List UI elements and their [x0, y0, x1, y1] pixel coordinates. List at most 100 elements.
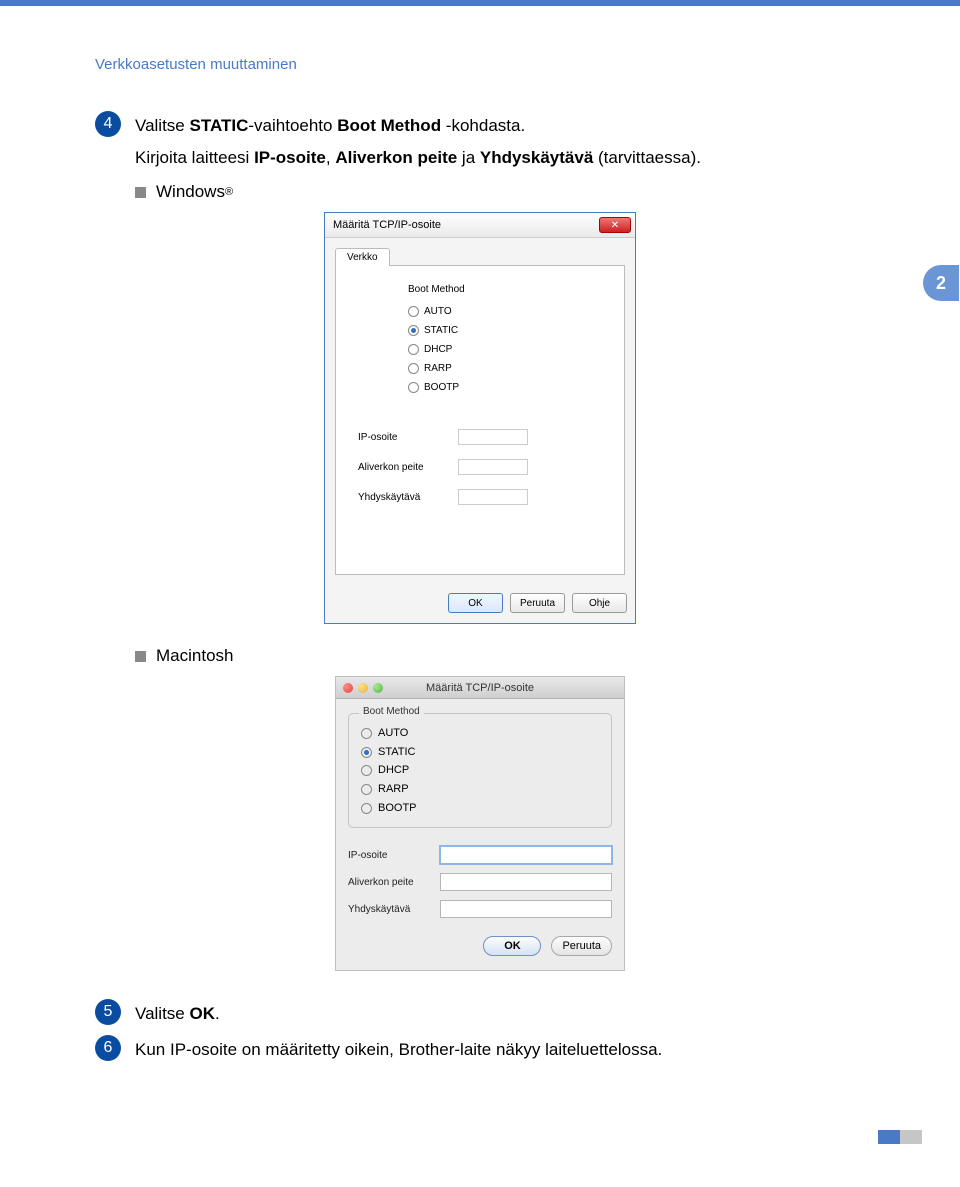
field-subnet: Aliverkon peite: [358, 459, 614, 475]
t: Kirjoita laitteesi: [135, 148, 254, 167]
gateway-input[interactable]: [440, 900, 612, 918]
tab-verkko[interactable]: Verkko: [335, 248, 390, 266]
radio-bootp[interactable]: BOOTP: [408, 378, 614, 397]
radio-bootp[interactable]: BOOTP: [361, 799, 599, 818]
radio-auto[interactable]: AUTO: [361, 724, 599, 743]
step-4-text: Valitse STATIC-vaihtoehto Boot Method -k…: [135, 111, 525, 139]
step-5: 5 Valitse OK.: [95, 999, 865, 1027]
radio-static[interactable]: STATIC: [408, 321, 614, 340]
subnet-label: Aliverkon peite: [358, 462, 458, 473]
radio-label: DHCP: [424, 340, 452, 359]
square-bullet-icon: [135, 187, 146, 198]
windows-dialog-title: Määritä TCP/IP-osoite: [333, 219, 441, 231]
t: Boot Method: [337, 116, 441, 135]
radio-dhcp[interactable]: DHCP: [361, 761, 599, 780]
t: Valitse: [135, 1004, 190, 1023]
radio-icon: [361, 765, 372, 776]
radio-icon: [408, 363, 419, 374]
t: OK: [190, 1004, 216, 1023]
radio-icon: [361, 728, 372, 739]
t: ja: [457, 148, 480, 167]
t: Aliverkon peite: [335, 148, 457, 167]
page-content: Verkkoasetusten muuttaminen 4 Valitse ST…: [0, 6, 960, 1098]
close-icon[interactable]: ✕: [599, 217, 631, 233]
square-bullet-icon: [135, 651, 146, 662]
ok-button[interactable]: OK: [448, 593, 503, 613]
t: STATIC: [190, 116, 249, 135]
radio-dhcp[interactable]: DHCP: [408, 340, 614, 359]
radio-icon: [408, 325, 419, 336]
radio-label: RARP: [424, 359, 452, 378]
field-gateway: Yhdyskäytävä: [358, 489, 614, 505]
step-badge-5: 5: [95, 999, 121, 1025]
windows-dialog-body: Verkko Boot Method AUTO STATIC DHCP RARP…: [325, 238, 635, 583]
radio-icon: [408, 382, 419, 393]
ok-button[interactable]: OK: [483, 936, 541, 956]
step-5-text: Valitse OK.: [135, 999, 220, 1027]
mac-dialog: Määritä TCP/IP-osoite Boot Method AUTO S…: [335, 676, 625, 971]
windows-dialog: Määritä TCP/IP-osoite ✕ Verkko Boot Meth…: [324, 212, 636, 624]
breadcrumb: Verkkoasetusten muuttaminen: [95, 56, 865, 73]
radio-icon: [361, 803, 372, 814]
t: Yhdyskäytävä: [480, 148, 593, 167]
t: IP-osoite: [254, 148, 326, 167]
radio-label: BOOTP: [378, 799, 417, 818]
gateway-label: Yhdyskäytävä: [358, 492, 458, 503]
cancel-button[interactable]: Peruuta: [510, 593, 565, 613]
ip-label: IP-osoite: [358, 432, 458, 443]
radio-rarp[interactable]: RARP: [361, 780, 599, 799]
step-badge-4: 4: [95, 111, 121, 137]
radio-label: AUTO: [424, 302, 452, 321]
gateway-input[interactable]: [458, 489, 528, 505]
step-6-text: Kun IP-osoite on määritetty oikein, Brot…: [135, 1035, 662, 1063]
t: (tarvittaessa).: [593, 148, 701, 167]
minimize-icon[interactable]: [358, 683, 368, 693]
windows-panel: Boot Method AUTO STATIC DHCP RARP BOOTP …: [335, 265, 625, 575]
boot-method-label: Boot Method: [408, 280, 614, 299]
radio-label: STATIC: [378, 743, 415, 762]
registered-mark: ®: [225, 186, 233, 198]
t: -vaihtoehto: [248, 116, 337, 135]
mac-fields: IP-osoite Aliverkon peite Yhdyskäytävä: [348, 846, 612, 918]
radio-label: RARP: [378, 780, 409, 799]
zoom-icon[interactable]: [373, 683, 383, 693]
step-badge-6: 6: [95, 1035, 121, 1061]
mac-boot-method-group: Boot Method AUTO STATIC DHCP RARP BOOTP: [348, 713, 612, 828]
radio-icon: [408, 344, 419, 355]
radio-icon: [361, 784, 372, 795]
cancel-button[interactable]: Peruuta: [551, 936, 612, 956]
radio-rarp[interactable]: RARP: [408, 359, 614, 378]
radio-static[interactable]: STATIC: [361, 743, 599, 762]
windows-fields: IP-osoite Aliverkon peite Yhdyskäytävä: [358, 429, 614, 505]
subnet-label: Aliverkon peite: [348, 877, 440, 888]
radio-icon: [361, 747, 372, 758]
field-subnet: Aliverkon peite: [348, 873, 612, 891]
t: .: [215, 1004, 220, 1023]
t: -kohdasta.: [441, 116, 525, 135]
step-4: 4 Valitse STATIC-vaihtoehto Boot Method …: [95, 111, 865, 139]
bullet-windows-label: Windows: [156, 182, 225, 202]
ip-input[interactable]: [458, 429, 528, 445]
windows-titlebar: Määritä TCP/IP-osoite ✕: [325, 213, 635, 238]
help-button[interactable]: Ohje: [572, 593, 627, 613]
gateway-label: Yhdyskäytävä: [348, 904, 440, 915]
subnet-input[interactable]: [458, 459, 528, 475]
radio-label: STATIC: [424, 321, 458, 340]
page-number: 6: [927, 1130, 934, 1145]
close-icon[interactable]: [343, 683, 353, 693]
radio-icon: [408, 306, 419, 317]
bullet-macintosh: Macintosh: [135, 646, 865, 666]
step-4-line2: Kirjoita laitteesi IP-osoite, Aliverkon …: [135, 145, 865, 171]
radio-label: DHCP: [378, 761, 409, 780]
subnet-input[interactable]: [440, 873, 612, 891]
radio-auto[interactable]: AUTO: [408, 302, 614, 321]
t: ,: [326, 148, 335, 167]
radio-label: AUTO: [378, 724, 408, 743]
radio-label: BOOTP: [424, 378, 459, 397]
ip-input[interactable]: [440, 846, 612, 864]
boot-method-group: Boot Method AUTO STATIC DHCP RARP BOOTP: [408, 280, 614, 397]
bullet-macintosh-label: Macintosh: [156, 646, 233, 666]
mac-titlebar: Määritä TCP/IP-osoite: [336, 677, 624, 699]
step-6: 6 Kun IP-osoite on määritetty oikein, Br…: [95, 1035, 865, 1063]
mac-group-title: Boot Method: [359, 706, 424, 717]
